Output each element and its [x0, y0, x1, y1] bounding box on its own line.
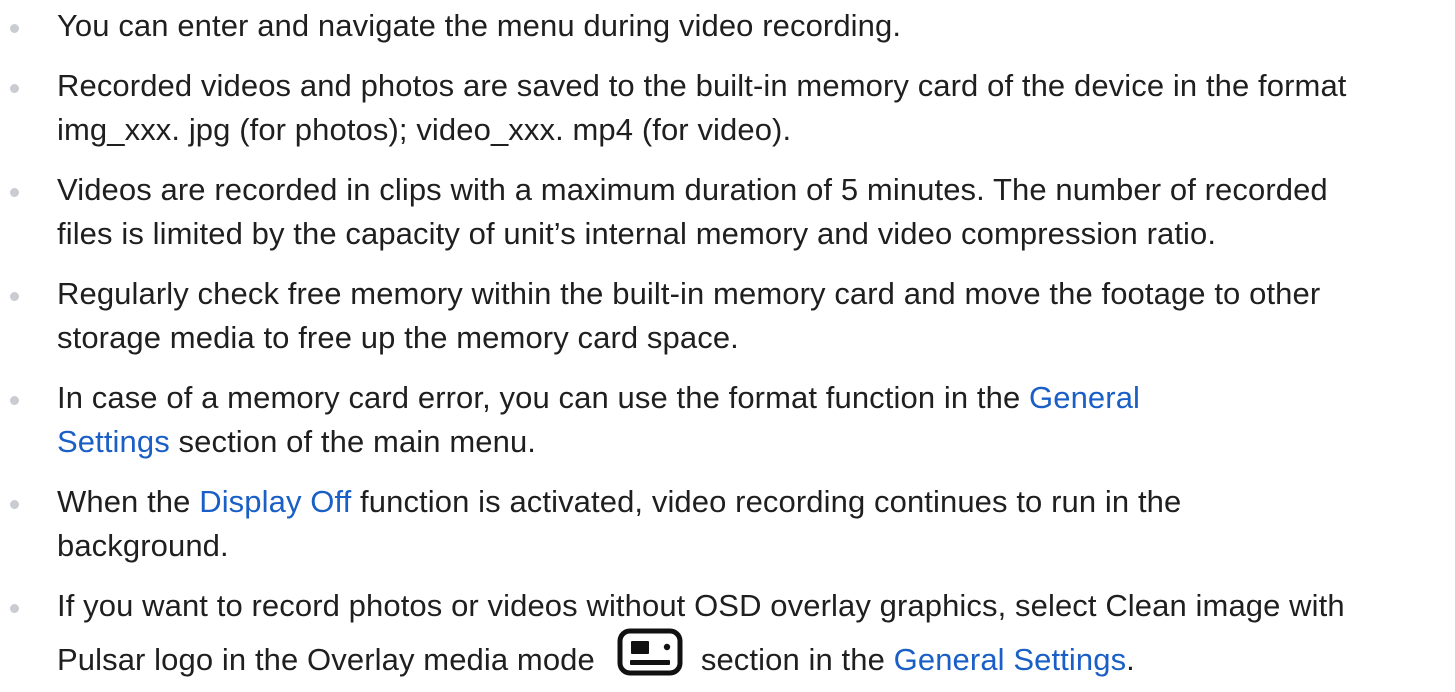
bullet-line: If you want to record photos or videos w… [57, 588, 1345, 623]
bullet-line-text: section in the [700, 642, 894, 678]
general-settings-link-part2[interactable]: Settings [57, 424, 170, 459]
bullet-text: Videos are recorded in clips with a maxi… [57, 168, 1455, 256]
bullet-dot [10, 500, 19, 509]
bullet-text: When the Display Off function is activat… [57, 480, 1455, 568]
display-off-link[interactable]: Display Off [199, 484, 351, 519]
bullet-line: storage media to free up the memory card… [57, 320, 739, 355]
bullet-line: When the Display Off function is activat… [57, 480, 1455, 524]
overlay-media-mode-icon [617, 628, 683, 688]
bullet-line-text: When the [57, 484, 200, 519]
bullet-text: Recorded videos and photos are saved to … [57, 64, 1455, 152]
bullet-line: img_xxx. jpg (for photos); video_xxx. mp… [57, 112, 792, 147]
bullet-dot [10, 604, 19, 613]
bullet-line: Recorded videos and photos are saved to … [57, 68, 1347, 103]
bullet-line: Videos are recorded in clips with a maxi… [57, 172, 1328, 207]
bullet-text: In case of a memory card error, you can … [57, 376, 1455, 464]
bullet-dot [10, 396, 19, 405]
bullet-line: background. [57, 528, 229, 563]
general-settings-link[interactable]: General Settings [894, 642, 1127, 677]
bullet-text: You can enter and navigate the menu duri… [57, 4, 1455, 48]
bullet-line: files is limited by the capacity of unit… [57, 216, 1217, 251]
bullet-line: In case of a memory card error, you can … [57, 376, 1455, 420]
bullet-line: Pulsar logo in the Overlay media mode sec… [57, 628, 1455, 682]
bullet-line-text: In case of a memory card error, you can … [57, 380, 1030, 415]
bullet-dot [10, 24, 19, 33]
bullet-dot [10, 292, 19, 301]
bullet-line-text: . [1126, 642, 1135, 678]
bullet-dot [10, 84, 19, 93]
general-settings-link-part1[interactable]: General [1029, 380, 1140, 415]
bullet-line: Settings section of the main menu. [57, 420, 1455, 464]
bullet-text: If you want to record photos or videos w… [57, 584, 1455, 682]
bullet-dot [10, 188, 19, 197]
bullet-line: Regularly check free memory within the b… [57, 276, 1321, 311]
bullet-text: Regularly check free memory within the b… [57, 272, 1455, 360]
bullet-line: You can enter and navigate the menu duri… [57, 8, 902, 43]
bullet-line-text: function is activated, video recording c… [351, 484, 1182, 519]
bullet-line-text: section of the main menu. [169, 424, 536, 459]
bullet-line-text: Pulsar logo in the Overlay media mode [57, 642, 595, 678]
